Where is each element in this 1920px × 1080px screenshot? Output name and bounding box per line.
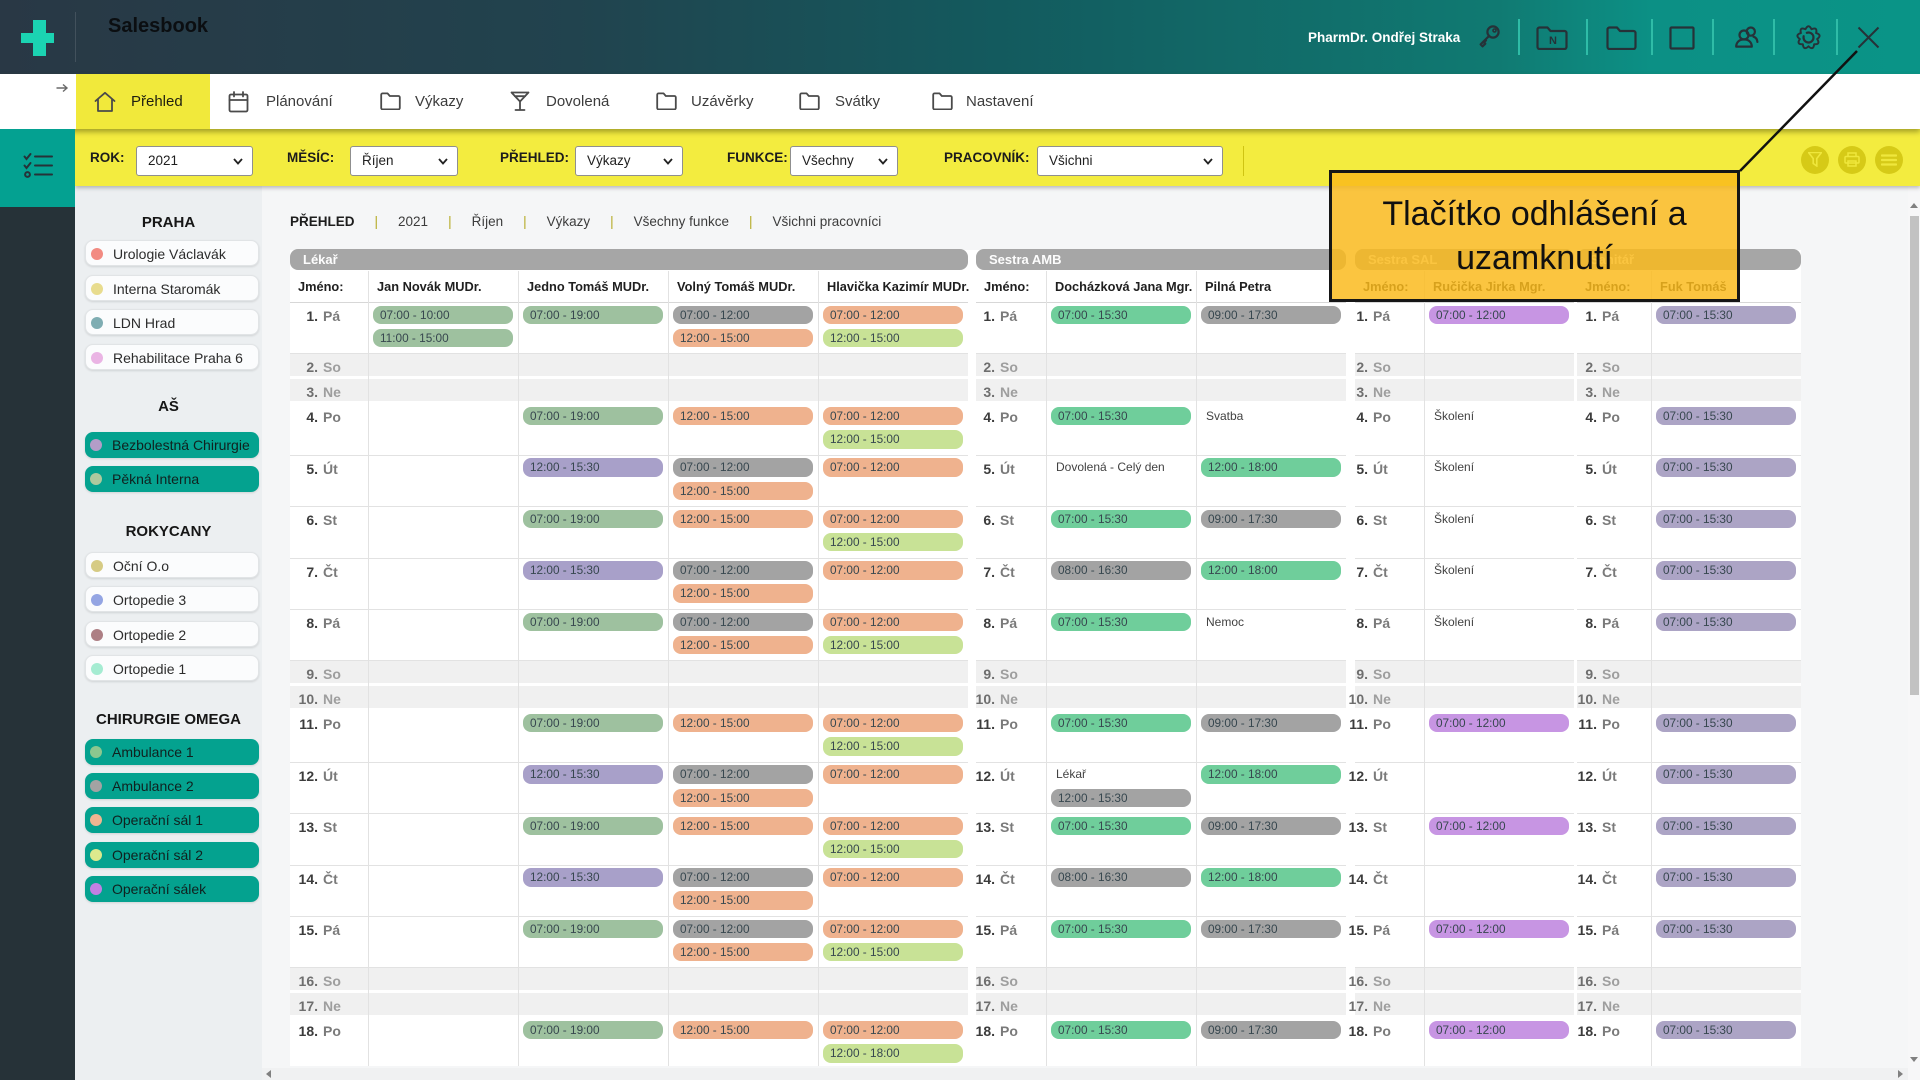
svg-text:N: N: [1549, 35, 1557, 47]
